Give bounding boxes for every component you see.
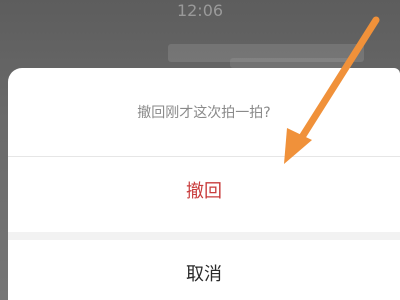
cancel-button[interactable]: 取消 [8, 250, 400, 300]
blurred-chat-message-2 [230, 58, 350, 68]
divider [8, 156, 400, 157]
sheet-prompt: 撤回刚才这次拍一拍? [137, 105, 271, 121]
status-time: 12:06 [176, 1, 224, 20]
section-gap [8, 232, 400, 240]
recall-button[interactable]: 撤回 [8, 164, 400, 220]
action-sheet: 撤回刚才这次拍一拍? 撤回 取消 [8, 68, 400, 300]
